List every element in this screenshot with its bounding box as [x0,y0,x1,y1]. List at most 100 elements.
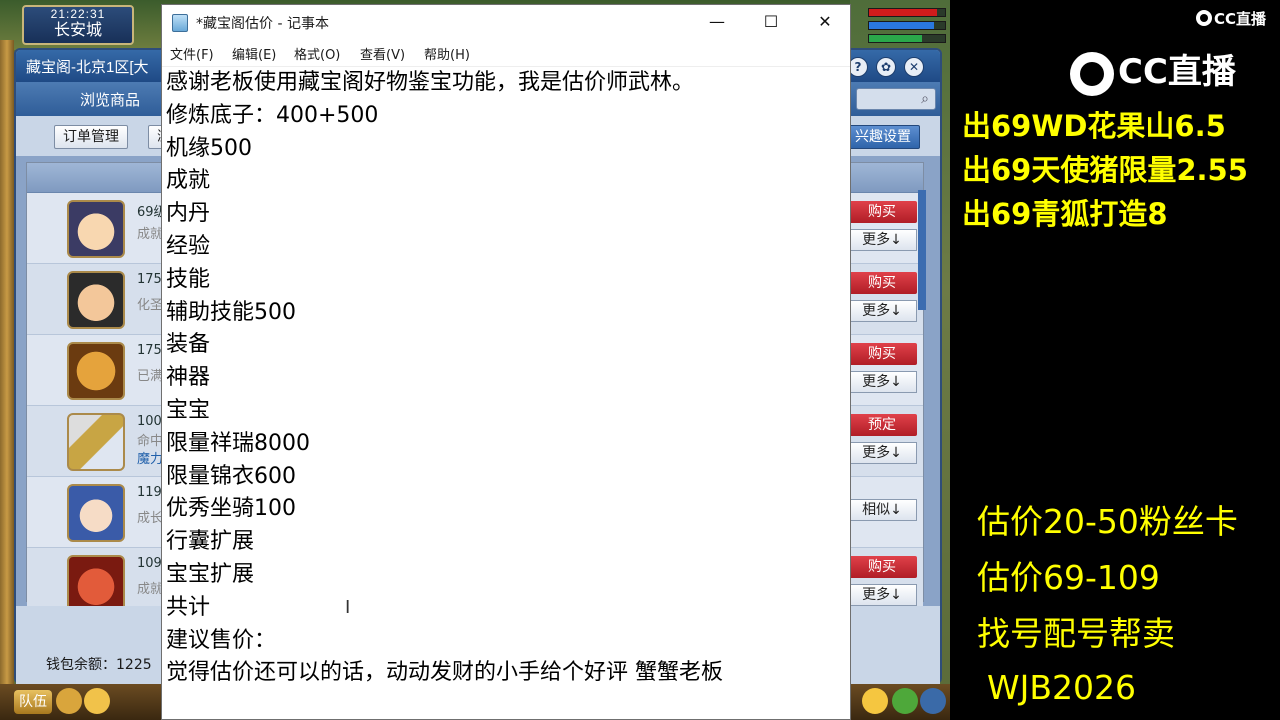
game-clock: 21:22:31 长安城 [22,5,134,45]
avatar [67,555,125,613]
cc-logo-small-text: CC直播 [1214,10,1267,28]
cc-logo-icon [1070,51,1114,96]
left-decoration [0,40,14,720]
screen: 21:22:31 长安城 藏宝阁-北京1区[大 ? ✿ ✕ 浏览商品 ⌕ 订单管… [0,0,1280,720]
cc-logo-small: CC直播 [1196,8,1266,29]
item-level: 100 [137,414,162,429]
info-line: 估价69-109 [977,558,1160,597]
text-line: 内丹 [166,201,211,227]
item-subtext: 化圣 [137,298,164,313]
more-button[interactable]: 更多↓ [847,442,917,464]
friends-icon[interactable] [892,688,918,714]
avatar [67,342,125,400]
search-icon[interactable]: ⌕ [921,91,929,107]
item-level: 175 [137,343,162,358]
cc-logo-large: CC直播 [1070,44,1236,96]
more-button[interactable]: 更多↓ [847,584,917,606]
item-level: 109 [137,556,162,571]
buy-button[interactable]: 购买 [847,201,917,223]
mp-bar [868,21,946,30]
text-line: 觉得估价还可以的话，动动发财的小手给个好评 蟹蟹老板 [166,660,723,686]
help-icon[interactable]: ? [848,57,868,77]
notepad-icon [172,14,188,32]
buy-button[interactable]: 购买 [847,343,917,365]
list-scrollbar[interactable] [918,190,926,310]
text-line: 机缘500 [166,135,252,161]
cangbaoge-search-input[interactable]: ⌕ [856,88,936,110]
menu-format[interactable]: 格式(O) [294,44,340,63]
notepad-menu-bar: 文件(F) 编辑(E) 格式(O) 查看(V) 帮助(H) [162,39,850,67]
buy-button[interactable]: 购买 [847,272,917,294]
avatar [67,200,125,258]
more-button[interactable]: 更多↓ [847,300,917,322]
info-line: WJB2026 [987,668,1136,707]
sell-line: 出69青狐打造8 [962,197,1168,231]
text-line: 修炼底子：400+500 [166,102,379,128]
info-line: 估价20-50粉丝卡 [977,502,1238,541]
item-subtext-2: 魔力 [137,452,164,467]
more-button[interactable]: 更多↓ [847,371,917,393]
team-button[interactable]: 队伍 [14,690,52,714]
avatar [67,484,125,542]
notepad-title: *藏宝阁估价 - 记事本 [196,16,329,32]
text-line: 感谢老板使用藏宝阁好物鉴宝功能，我是估价师武林。 [166,70,695,95]
text-line: 共计 [166,594,211,620]
sell-line: 出69天使猪限量2.55 [962,153,1248,187]
close-icon[interactable]: ✕ [904,57,924,77]
text-line: 行囊扩展 [166,529,255,555]
orders-button[interactable]: 订单管理 [54,125,128,149]
menu-view[interactable]: 查看(V) [360,44,405,63]
status-bars [868,8,946,47]
text-line: 神器 [166,365,211,391]
more-button[interactable]: 更多↓ [847,229,917,251]
similar-button[interactable]: 相似↓ [847,499,917,521]
maximize-icon[interactable]: ☐ [744,5,798,39]
close-icon[interactable]: ✕ [798,5,852,39]
menu-edit[interactable]: 编辑(E) [232,44,276,63]
item-subtext: 已满 [137,369,164,384]
hp-bar [868,8,946,17]
text-line: 优秀坐骑100 [166,496,296,522]
game-location: 长安城 [53,22,102,39]
item-level: 175 [137,272,162,287]
text-line: 技能 [166,266,211,292]
cc-logo-large-text: CC直播 [1118,52,1236,92]
item-subtext: 成长 [137,511,164,526]
menu-file[interactable]: 文件(F) [170,44,214,63]
text-line: 装备 [166,332,211,358]
reserve-button[interactable]: 预定 [847,414,917,436]
text-cursor-icon: I [345,597,351,618]
avatar [67,413,125,471]
buy-button[interactable]: 购买 [847,556,917,578]
cc-logo-icon [1196,10,1212,26]
voice-icon[interactable] [56,688,82,714]
text-line: 成就 [166,168,211,194]
text-line: 辅助技能500 [166,299,296,325]
avatar [67,271,125,329]
sell-line: 出69WD花果山6.5 [962,109,1226,143]
notepad-text-area[interactable]: 感谢老板使用藏宝阁好物鉴宝功能，我是估价师武林。 修炼底子：400+500 机缘… [162,67,830,720]
text-line: 宝宝扩展 [166,561,255,587]
exp-bar [868,34,946,43]
notepad-title-bar[interactable]: *藏宝阁估价 - 记事本 — ☐ ✕ [162,5,850,39]
menu-help[interactable]: 帮助(H) [424,44,470,63]
emote-icon[interactable] [862,688,888,714]
interest-settings-button[interactable]: 兴趣设置 [846,125,920,149]
notepad-window: *藏宝阁估价 - 记事本 — ☐ ✕ 文件(F) 编辑(E) 格式(O) 查看(… [161,4,851,720]
item-subtext: 成就 [137,227,164,242]
text-line: 宝宝 [166,397,211,423]
item-level: 119 [137,485,162,500]
chat-icon[interactable] [84,688,110,714]
game-clock-time: 21:22:31 [50,7,106,21]
item-subtext: 成就 [137,582,164,597]
system-icon[interactable] [920,688,946,714]
settings-icon[interactable]: ✿ [876,57,896,77]
tab-browse[interactable]: 浏览商品 [60,88,160,112]
text-line: 限量锦衣600 [166,463,296,489]
info-line: 找号配号帮卖 [977,614,1175,653]
minimize-icon[interactable]: — [690,5,744,39]
item-subtext: 命中 [137,434,164,449]
text-line: 经验 [166,233,211,259]
wallet-balance: 钱包余额：1225 [46,657,152,673]
text-line: 限量祥瑞8000 [166,430,310,456]
